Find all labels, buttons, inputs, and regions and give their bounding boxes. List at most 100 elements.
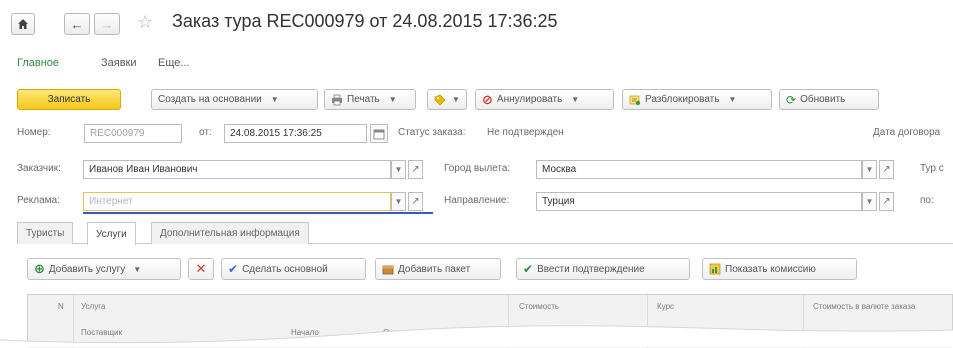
- table-header: N Услуга Поставщик Начало Окончание Стои…: [28, 295, 952, 348]
- save-button[interactable]: Записать: [17, 89, 121, 110]
- col-cost-header: Стоимость: [519, 302, 560, 311]
- add-icon: ⊕: [34, 261, 45, 276]
- chevron-down-icon: ▼: [270, 95, 279, 104]
- back-button[interactable]: ←: [64, 13, 90, 35]
- city-open-button[interactable]: ↗: [879, 160, 894, 179]
- number-label: Номер:: [17, 127, 51, 138]
- advertising-field[interactable]: Интернет: [83, 192, 391, 211]
- customer-value: Иванов Иван Иванович: [89, 164, 198, 175]
- customer-open-button[interactable]: ↗: [408, 160, 423, 179]
- open-link-icon: ↗: [882, 196, 891, 207]
- unlock-button[interactable]: Разблокировать ▼: [622, 89, 772, 110]
- advertising-open-button[interactable]: ↗: [408, 192, 423, 211]
- refresh-button[interactable]: ⟳ Обновить: [779, 89, 879, 110]
- tab-tourists[interactable]: Туристы: [17, 222, 74, 244]
- home-button[interactable]: [11, 13, 35, 35]
- refresh-icon: ⟳: [786, 92, 797, 107]
- advertising-placeholder: Интернет: [89, 196, 133, 207]
- show-commission-button[interactable]: Показать комиссию: [702, 258, 857, 280]
- direction-label: Направление:: [444, 195, 510, 206]
- col-end-header: Окончание: [383, 328, 424, 337]
- enter-confirmation-button[interactable]: ✔ Ввести подтверждение: [516, 258, 690, 280]
- print-button[interactable]: Печать ▼: [324, 89, 416, 110]
- prohibit-icon: ⊘: [482, 91, 493, 107]
- date-value: 24.08.2015 17:36:25: [230, 128, 322, 139]
- unlock-label: Разблокировать: [645, 94, 720, 105]
- chevron-down-icon: ▼: [452, 95, 460, 104]
- date-from-label: от:: [199, 127, 212, 138]
- section-link-more[interactable]: Еще...: [158, 57, 190, 69]
- number-field[interactable]: REC000979: [84, 124, 182, 143]
- chevron-down-icon: ▼: [133, 264, 142, 274]
- section-link-requests[interactable]: Заявки: [101, 57, 137, 69]
- chevron-down-icon: ▼: [865, 165, 874, 174]
- delete-icon: ✕: [195, 261, 207, 276]
- advertising-dropdown-button[interactable]: ▼: [391, 192, 406, 211]
- home-icon: [18, 19, 28, 29]
- chevron-down-icon: ▼: [388, 95, 397, 104]
- tag-icon: [434, 94, 446, 105]
- services-table[interactable]: N Услуга Поставщик Начало Окончание Стои…: [27, 294, 953, 348]
- advertising-label: Реклама:: [17, 195, 60, 206]
- departure-city-value: Москва: [542, 164, 577, 175]
- tab-additional-info[interactable]: Дополнительная информация: [151, 222, 309, 244]
- delete-service-button[interactable]: ✕: [188, 258, 214, 280]
- col-supplier-header: Поставщик: [81, 328, 123, 337]
- tour-from-label: Тур с: [920, 163, 944, 174]
- arrow-right-icon: →: [100, 16, 114, 32]
- section-link-main[interactable]: Главное: [17, 57, 59, 69]
- col-rate-header: Курс: [657, 302, 675, 311]
- create-based-label: Создать на основании: [158, 94, 262, 105]
- chevron-down-icon: ▼: [728, 95, 737, 104]
- add-service-label: Добавить услугу: [48, 263, 126, 275]
- print-label: Печать: [347, 94, 380, 105]
- open-link-icon: ↗: [411, 196, 420, 207]
- calendar-icon: [373, 129, 385, 139]
- make-main-label: Сделать основной: [242, 263, 328, 275]
- refresh-label: Обновить: [800, 94, 846, 105]
- city-dropdown-button[interactable]: ▼: [862, 160, 877, 179]
- create-based-button[interactable]: Создать на основании ▼: [151, 89, 318, 110]
- chevron-down-icon: ▼: [394, 165, 403, 174]
- col-cost-currency-header: Стоимость в валюте заказа: [813, 302, 916, 311]
- direction-value: Турция: [542, 196, 575, 207]
- col-start-header: Начало: [291, 328, 319, 337]
- col-number-header: N: [58, 302, 64, 311]
- direction-field[interactable]: Турция: [536, 192, 862, 211]
- check-icon: ✔: [228, 262, 239, 276]
- customer-dropdown-button[interactable]: ▼: [391, 160, 406, 179]
- status-value: Не подтвержден: [487, 127, 564, 138]
- add-package-button[interactable]: Добавить пакет: [375, 258, 501, 280]
- direction-dropdown-button[interactable]: ▼: [862, 192, 877, 211]
- customer-field[interactable]: Иванов Иван Иванович: [83, 160, 391, 179]
- chevron-down-icon: ▼: [394, 197, 403, 206]
- package-icon: [382, 265, 394, 275]
- printer-icon: [332, 94, 342, 105]
- focus-underline: [83, 212, 433, 214]
- open-link-icon: ↗: [411, 164, 420, 175]
- arrow-left-icon: ←: [70, 16, 84, 32]
- chevron-down-icon: ▼: [865, 197, 874, 206]
- cancel-order-label: Аннулировать: [496, 94, 563, 105]
- column-divider: [508, 295, 509, 348]
- favorite-star-icon[interactable]: ☆: [137, 12, 153, 33]
- date-field[interactable]: 24.08.2015 17:36:25: [224, 124, 367, 143]
- column-divider: [647, 295, 648, 348]
- save-label: Записать: [47, 94, 91, 105]
- add-service-button[interactable]: ⊕ Добавить услугу ▼: [27, 258, 181, 280]
- make-main-button[interactable]: ✔ Сделать основной: [221, 258, 366, 280]
- unlock-icon: [629, 95, 641, 105]
- tag-menu-button[interactable]: ▼: [427, 89, 467, 110]
- tab-label: Услуги: [96, 228, 127, 240]
- tab-label: Дополнительная информация: [160, 228, 300, 239]
- number-value: REC000979: [90, 128, 145, 139]
- col-service-header: Услуга: [81, 302, 106, 311]
- tab-label: Туристы: [26, 228, 65, 239]
- departure-city-field[interactable]: Москва: [536, 160, 862, 179]
- direction-open-button[interactable]: ↗: [879, 192, 894, 211]
- calendar-button[interactable]: [370, 124, 388, 143]
- column-divider: [73, 295, 74, 348]
- cancel-order-button[interactable]: ⊘ Аннулировать ▼: [475, 89, 614, 110]
- tab-services[interactable]: Услуги: [87, 222, 136, 245]
- forward-button[interactable]: →: [94, 13, 120, 35]
